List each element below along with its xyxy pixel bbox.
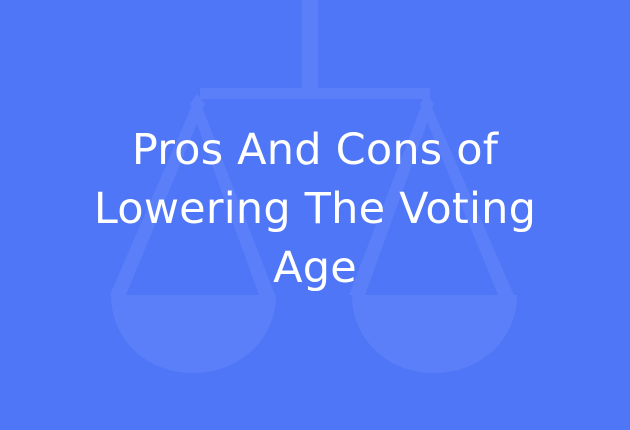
title-line-1: Pros And Cons of: [131, 125, 499, 175]
title-line-3: Age: [273, 243, 357, 293]
page-title: Pros And Cons of Lowering The Voting Age: [40, 121, 590, 298]
title-line-2: Lowering The Voting: [93, 184, 537, 234]
hero-image: Pros And Cons of Lowering The Voting Age: [0, 0, 630, 430]
